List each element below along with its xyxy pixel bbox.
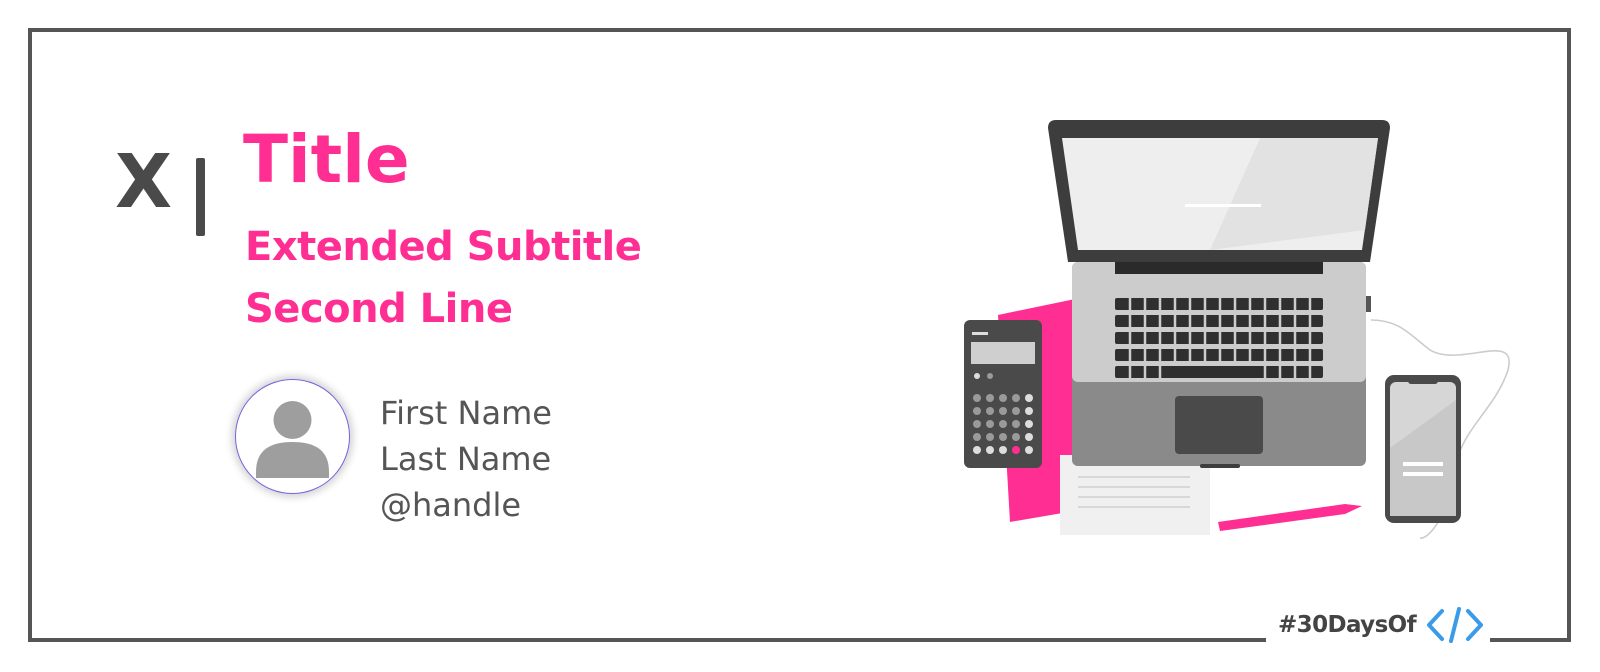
smartphone-icon	[1385, 375, 1461, 523]
avatar	[235, 379, 350, 494]
desk-illustration	[964, 120, 1510, 539]
subtitle-line-2: Second Line	[245, 286, 513, 332]
author-last-name: Last Name	[380, 440, 552, 478]
notepad-icon	[1060, 455, 1210, 535]
page-title: Title	[243, 121, 410, 198]
author-handle: @handle	[380, 486, 522, 524]
laptop-icon	[1048, 120, 1390, 468]
person-icon	[256, 401, 329, 478]
series-marker: X	[115, 139, 173, 225]
hashtag-label: #30DaysOf	[1278, 612, 1417, 638]
author-first-name: First Name	[380, 394, 552, 432]
footer-tag: #30DaysOf	[1266, 598, 1490, 652]
subtitle-line-1: Extended Subtitle	[245, 224, 642, 270]
code-brackets-icon	[1427, 607, 1484, 643]
pen-icon	[1218, 504, 1362, 531]
title-divider	[196, 158, 205, 236]
calculator-icon	[964, 320, 1042, 468]
